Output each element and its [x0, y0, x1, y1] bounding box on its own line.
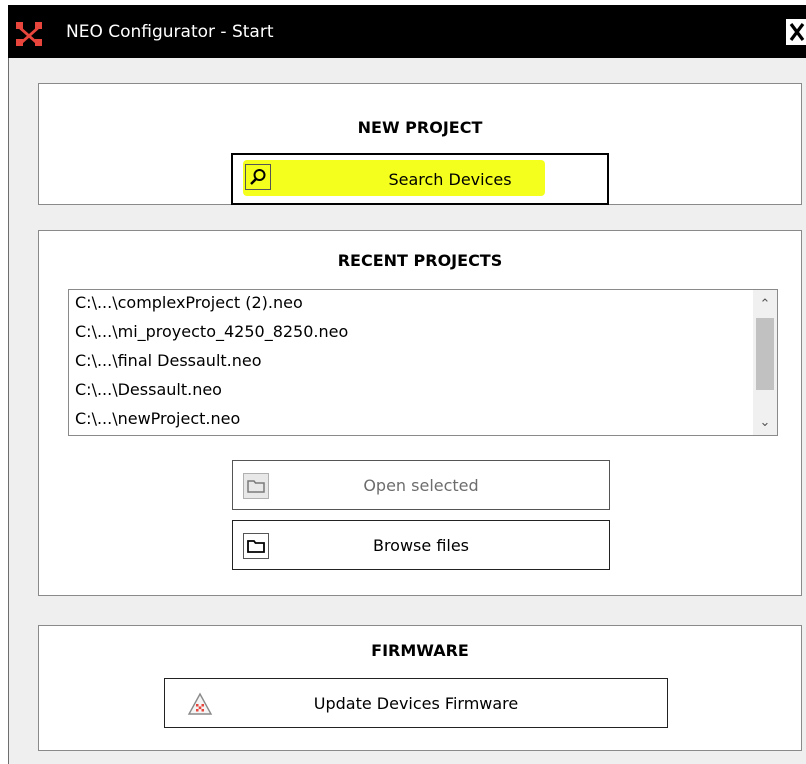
scroll-thumb[interactable]	[756, 318, 774, 390]
browse-files-label: Browse files	[372, 535, 470, 555]
title-bar: NEO Configurator - Start	[8, 5, 806, 58]
scroll-down-icon[interactable]: ⌄	[753, 410, 777, 434]
new-project-heading: NEW PROJECT	[357, 118, 483, 137]
firmware-heading: FIRMWARE	[371, 641, 469, 660]
browse-files-button[interactable]: Browse files	[232, 520, 610, 570]
update-firmware-label: Update Devices Firmware	[313, 693, 519, 713]
new-project-panel: NEW PROJECT Search Devices	[38, 83, 802, 205]
search-devices-button[interactable]: Search Devices	[231, 153, 609, 205]
start-window: NEW PROJECT Search Devices RECENT PROJEC…	[8, 58, 806, 764]
recent-projects-list[interactable]: C:\...\complexProject (2).neo C:\...\mi_…	[68, 289, 778, 436]
list-item[interactable]: C:\...\Dessault.neo	[75, 380, 222, 400]
open-selected-button[interactable]: Open selected	[232, 460, 610, 510]
firmware-panel: FIRMWARE Update Devices Firmware	[38, 625, 802, 751]
list-item[interactable]: C:\...\complexProject (2).neo	[75, 293, 303, 313]
recent-projects-heading: RECENT PROJECTS	[337, 251, 503, 270]
neo-logo-icon	[14, 20, 44, 48]
update-firmware-button[interactable]: Update Devices Firmware	[164, 678, 668, 728]
list-item[interactable]: C:\...\mi_proyecto_4250_8250.neo	[75, 322, 348, 342]
recent-projects-panel: RECENT PROJECTS C:\...\complexProject (2…	[38, 230, 802, 596]
close-button[interactable]	[786, 19, 806, 45]
scroll-up-icon[interactable]: ⌃	[753, 292, 777, 316]
list-item[interactable]: C:\...\newProject.neo	[75, 409, 240, 429]
search-devices-label: Search Devices	[388, 169, 512, 189]
search-icon	[245, 164, 271, 190]
close-icon	[789, 23, 805, 41]
window-title: NEO Configurator - Start	[66, 22, 274, 42]
list-item[interactable]: C:\...\final Dessault.neo	[75, 351, 262, 371]
open-selected-label: Open selected	[363, 475, 479, 495]
list-scrollbar[interactable]: ⌃ ⌄	[753, 290, 777, 435]
